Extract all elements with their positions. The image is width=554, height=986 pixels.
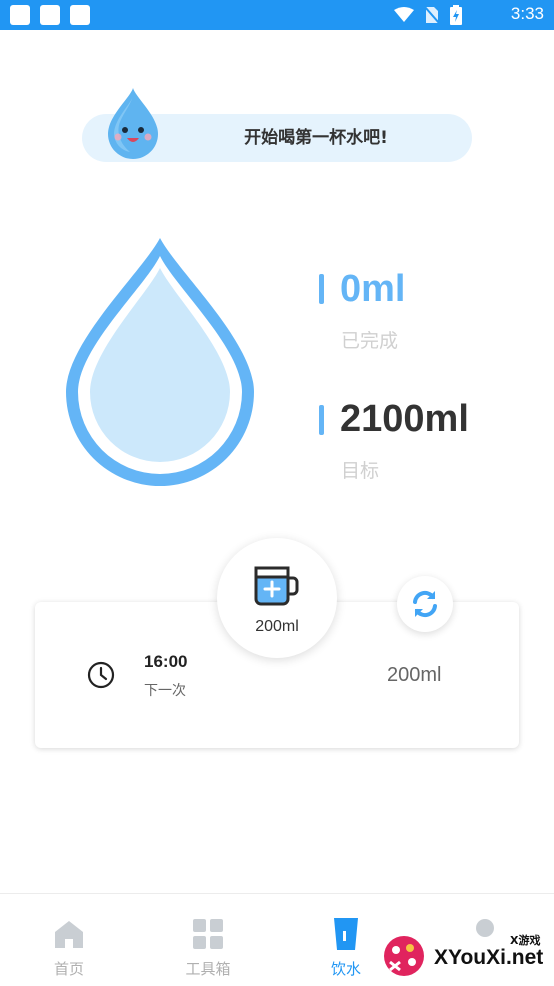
nav-label-home: 首页	[53, 960, 84, 978]
goal-marker	[319, 405, 324, 435]
refresh-icon	[413, 590, 437, 618]
completed-label: 已完成	[341, 330, 399, 352]
water-progress-drop	[66, 238, 254, 486]
notification-icon	[10, 5, 30, 25]
cup-plus-icon	[254, 566, 299, 606]
notification-icon	[40, 5, 60, 25]
status-bar: 3:33	[0, 0, 554, 30]
water-drop-mascot-icon	[108, 88, 158, 159]
notification-icon	[70, 5, 90, 25]
goal-label: 目标	[341, 460, 380, 482]
next-reminder-time: 16:00	[144, 652, 188, 671]
status-time: 3:33	[510, 4, 544, 23]
no-sim-icon	[424, 6, 440, 24]
nav-item-toolbox[interactable]: 工具箱	[167, 894, 249, 986]
nav-label-drink: 饮水	[330, 960, 361, 978]
add-cup-amount: 200ml	[255, 618, 299, 635]
battery-charging-icon	[450, 5, 462, 25]
nav-label-toolbox: 工具箱	[185, 960, 231, 978]
watermark-text: XYouXi.net	[434, 946, 544, 969]
grid-icon	[193, 919, 223, 949]
clock-icon	[87, 661, 115, 689]
goal-value: 2100ml	[340, 398, 469, 440]
completed-marker	[319, 274, 324, 304]
nav-item-drink[interactable]: 饮水	[305, 894, 387, 986]
completed-value: 0ml	[340, 268, 406, 310]
water-cup-icon	[334, 918, 358, 950]
home-icon	[55, 921, 83, 948]
next-reminder-amount: 200ml	[387, 664, 442, 686]
wifi-icon	[394, 7, 414, 22]
nav-item-home[interactable]: 首页	[28, 894, 110, 986]
next-reminder-label: 下一次	[144, 683, 186, 699]
status-icons	[394, 5, 462, 25]
